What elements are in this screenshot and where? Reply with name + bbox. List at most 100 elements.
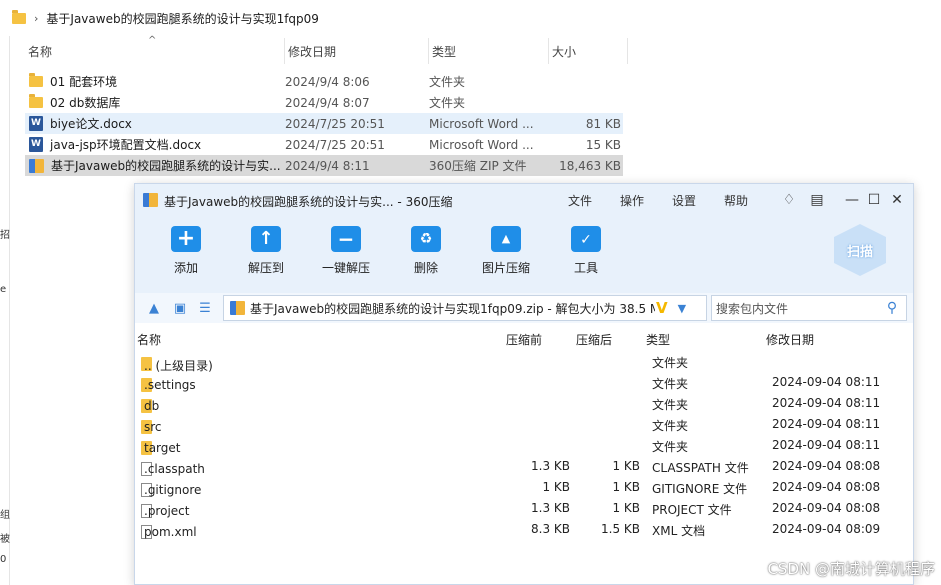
entry-type: GITIGNORE 文件	[652, 482, 748, 496]
entry-modified: 2024-09-04 08:11	[772, 375, 881, 389]
file-row-selected[interactable]: 基于Javaweb的校园跑腿系统的设计与实... 2024/9/4 8:11 3…	[25, 155, 623, 176]
menu-operate[interactable]: 操作	[620, 192, 644, 209]
archive-row[interactable]: db 文件夹 2024-09-04 08:11	[135, 393, 913, 414]
search-placeholder: 搜索包内文件	[716, 301, 789, 316]
archive-row[interactable]: .. (上级目录) 文件夹	[135, 351, 913, 373]
entry-size-after: 1 KB	[612, 501, 640, 515]
toolbar: 添加 解压到 一键解压 删除 图片压缩	[135, 216, 913, 284]
window-title: 基于Javaweb的校园跑腿系统的设计与实... - 360压缩	[164, 195, 453, 209]
explorer-address-bar[interactable]: › 基于Javaweb的校园跑腿系统的设计与实现1fqp09	[0, 0, 941, 36]
file-type: Microsoft Word ...	[429, 137, 534, 152]
nav-pane-text: 组	[0, 510, 10, 521]
archive-path: 基于Javaweb的校园跑腿系统的设计与实现1fqp09.zip - 解包大小为…	[250, 301, 655, 316]
file-size: 15 KB	[585, 137, 621, 152]
image-compress-button[interactable]: 图片压缩	[471, 226, 541, 276]
image-compress-label: 图片压缩	[481, 261, 530, 275]
column-type[interactable]: 类型	[429, 38, 549, 64]
list-view-icon[interactable]: ☰	[197, 300, 213, 316]
file-row[interactable]: 01 配套环境 2024/9/4 8:06 文件夹	[25, 71, 623, 92]
archive-row[interactable]: .project 1.3 KB 1 KB PROJECT 文件 2024-09-…	[135, 498, 913, 519]
verified-v-icon: V	[656, 299, 668, 317]
entry-size-before: 1.3 KB	[531, 501, 570, 515]
column-compressed-after[interactable]: 压缩后	[576, 331, 612, 348]
archive-row[interactable]: pom.xml 8.3 KB 1.5 KB XML 文档 2024-09-04 …	[135, 519, 913, 540]
file-row[interactable]: Wjava-jsp环境配置文档.docx 2024/7/25 20:51 Mic…	[25, 134, 623, 155]
menu-file[interactable]: 文件	[568, 192, 592, 209]
word-doc-icon: W	[29, 116, 43, 131]
archive-row[interactable]: .classpath 1.3 KB 1 KB CLASSPATH 文件 2024…	[135, 456, 913, 477]
thumbnail-view-icon[interactable]: ▣	[172, 300, 188, 316]
file-type: 360压缩 ZIP 文件	[429, 159, 527, 173]
chevron-down-icon[interactable]: ▼	[678, 302, 686, 315]
entry-name: src	[144, 420, 162, 434]
file-type: 文件夹	[429, 96, 466, 110]
archive-row[interactable]: target 文件夹 2024-09-04 08:11	[135, 435, 913, 456]
one-click-extract-button[interactable]: 一键解压	[311, 226, 381, 276]
breadcrumb[interactable]: 基于Javaweb的校园跑腿系统的设计与实现1fqp09	[46, 10, 319, 27]
archive-list-header: 名称 压缩前 压缩后 类型 修改日期	[135, 327, 913, 349]
menu-settings[interactable]: 设置	[672, 192, 696, 209]
chevron-right-icon: ›	[34, 11, 39, 25]
entry-type: 文件夹	[652, 440, 689, 454]
entry-name: .classpath	[144, 462, 205, 476]
add-icon	[171, 226, 201, 252]
nav-pane-text: 0	[0, 554, 7, 565]
file-row[interactable]: 02 db数据库 2024/9/4 8:07 文件夹	[25, 92, 623, 113]
delete-button[interactable]: 删除	[391, 226, 461, 276]
explorer-column-header: ^ 名称 修改日期 类型 大小	[25, 35, 628, 64]
entry-name: target	[144, 441, 181, 455]
column-modified[interactable]: 修改日期	[766, 331, 814, 348]
search-icon[interactable]: ⚲	[882, 298, 902, 318]
column-compressed-before[interactable]: 压缩前	[506, 331, 542, 348]
maximize-icon[interactable]: ☐	[866, 192, 882, 208]
file-row[interactable]: Wbiye论文.docx 2024/7/25 20:51 Microsoft W…	[25, 113, 623, 134]
scan-label: 扫描	[846, 244, 873, 260]
archive-row[interactable]: .settings 文件夹 2024-09-04 08:11	[135, 372, 913, 393]
up-arrow-icon[interactable]: ▲	[146, 300, 162, 316]
file-date: 2024/9/4 8:06	[285, 74, 370, 89]
entry-type: 文件夹	[652, 419, 689, 433]
entry-name: .project	[144, 504, 190, 518]
nav-pane-text: 被	[0, 534, 10, 545]
add-button[interactable]: 添加	[151, 226, 221, 276]
folder-icon	[29, 73, 43, 87]
entry-type: PROJECT 文件	[652, 503, 732, 517]
tools-button[interactable]: 工具	[551, 226, 621, 276]
entry-type: 文件夹	[652, 398, 689, 412]
file-size: 81 KB	[585, 116, 621, 131]
extract-to-button[interactable]: 解压到	[231, 226, 301, 276]
extract-to-label: 解压到	[247, 261, 284, 275]
zip-window-header: 基于Javaweb的校园跑腿系统的设计与实... - 360压缩 文件 操作 设…	[135, 184, 913, 293]
column-type[interactable]: 类型	[646, 331, 670, 348]
file-name: 基于Javaweb的校园跑腿系统的设计与实...	[51, 159, 281, 173]
entry-type: 文件夹	[652, 356, 689, 370]
feedback-icon[interactable]: ▤	[809, 192, 825, 208]
zip-app-icon	[143, 193, 158, 207]
file-type: 文件夹	[429, 75, 466, 89]
entry-type: 文件夹	[652, 377, 689, 391]
file-name: 01 配套环境	[50, 75, 118, 89]
archive-row[interactable]: src 文件夹 2024-09-04 08:11	[135, 414, 913, 435]
column-date[interactable]: 修改日期	[285, 38, 429, 64]
column-name[interactable]: 名称	[137, 331, 161, 348]
minimize-icon[interactable]: —	[844, 192, 860, 208]
entry-modified: 2024-09-04 08:11	[772, 396, 881, 410]
menu-help[interactable]: 帮助	[724, 192, 748, 209]
file-name: 02 db数据库	[50, 96, 121, 110]
word-doc-icon: W	[29, 137, 43, 152]
entry-name: .settings	[144, 378, 196, 392]
title-bar[interactable]: 基于Javaweb的校园跑腿系统的设计与实... - 360压缩 文件 操作 设…	[135, 184, 913, 216]
close-icon[interactable]: ✕	[889, 192, 905, 208]
zip-window: 基于Javaweb的校园跑腿系统的设计与实... - 360压缩 文件 操作 设…	[134, 183, 914, 585]
archive-row[interactable]: .gitignore 1 KB 1 KB GITIGNORE 文件 2024-0…	[135, 477, 913, 498]
file-date: 2024/9/4 8:11	[285, 158, 370, 173]
column-size[interactable]: 大小	[549, 38, 628, 64]
skin-icon[interactable]: ♢	[781, 192, 797, 208]
archive-path-field[interactable]: 基于Javaweb的校园跑腿系统的设计与实现1fqp09.zip - 解包大小为…	[223, 295, 707, 321]
entry-size-after: 1.5 KB	[601, 522, 640, 536]
entry-type: XML 文档	[652, 524, 706, 538]
archive-search-input[interactable]: 搜索包内文件 ⚲	[711, 295, 907, 321]
one-click-extract-icon	[331, 226, 361, 252]
entry-modified: 2024-09-04 08:09	[772, 522, 881, 536]
file-date: 2024/9/4 8:07	[285, 95, 370, 110]
